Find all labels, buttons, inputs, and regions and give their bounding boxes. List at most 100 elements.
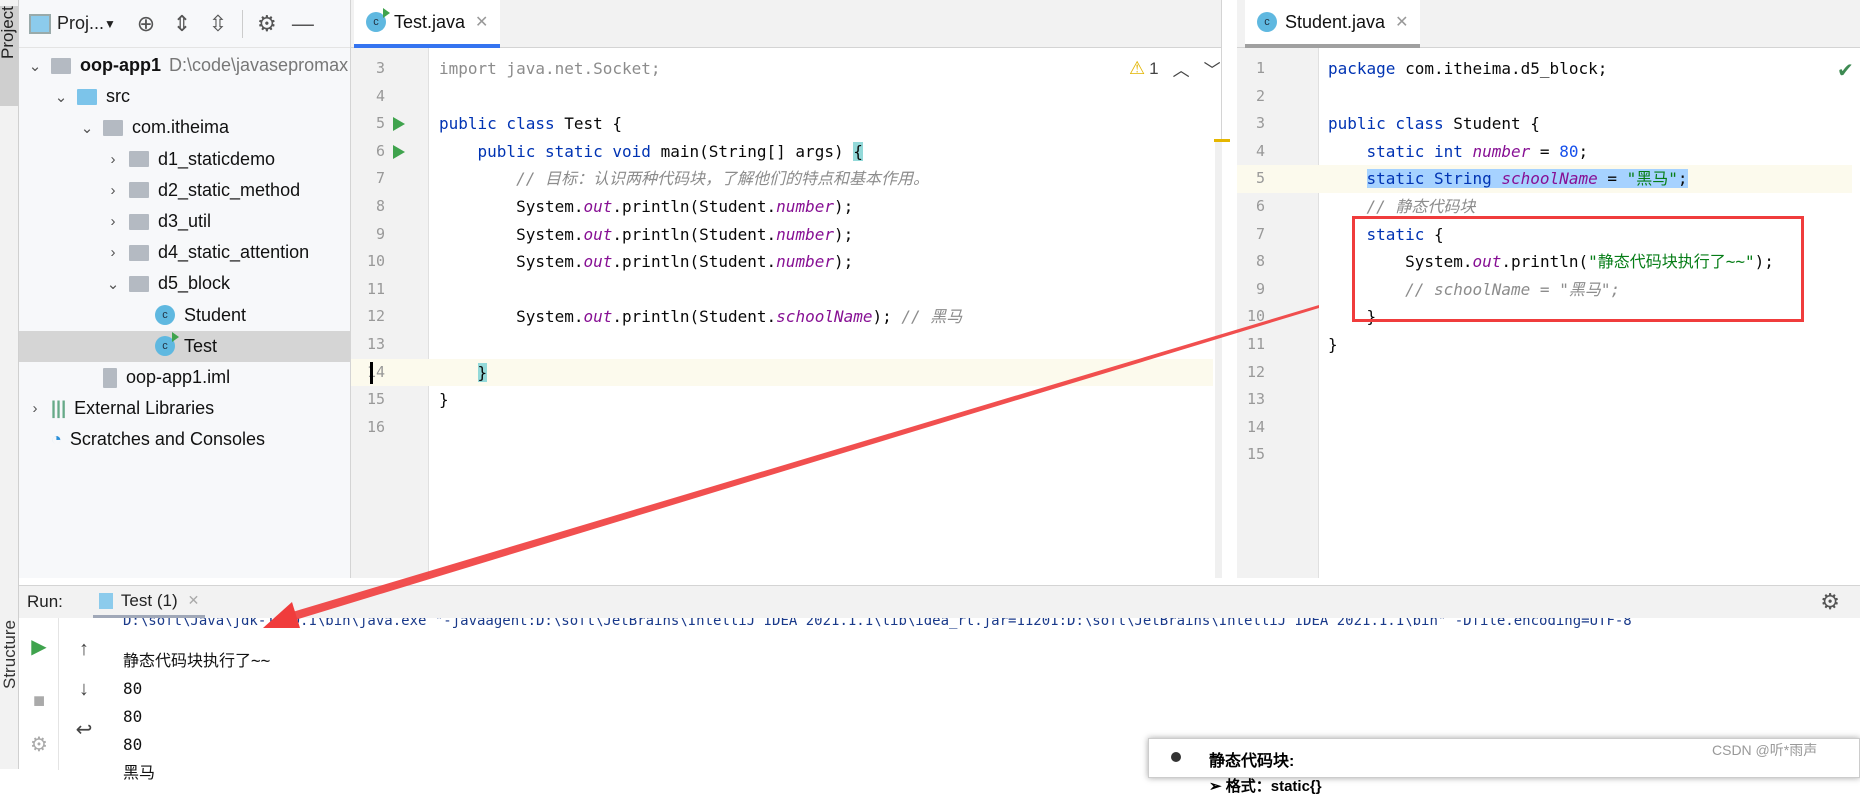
close-icon[interactable]: ✕ xyxy=(1395,12,1408,32)
console-line: 黑马 xyxy=(123,763,156,782)
console-icon xyxy=(98,592,113,609)
project-tool-window-button[interactable]: Project xyxy=(0,6,18,106)
code-token: ); xyxy=(872,307,902,327)
chevron-right-icon[interactable]: › xyxy=(105,151,121,168)
tab-test-java[interactable]: c Test.java ✕ xyxy=(354,0,501,48)
chevron-right-icon[interactable]: › xyxy=(105,244,121,261)
code-token: System. xyxy=(439,224,584,244)
soft-wrap-icon[interactable]: ↩ xyxy=(67,714,101,744)
stop-icon[interactable]: ■ xyxy=(22,686,56,716)
console-line: 静态代码块执行了~~ xyxy=(123,651,271,670)
project-view-dropdown[interactable]: Proj... xyxy=(57,13,104,34)
next-highlight-icon[interactable]: ﹀ xyxy=(1204,56,1221,81)
code-line[interactable]: // 目标：认识两种代码块，了解他们的特点和基本作用。 xyxy=(439,165,929,193)
code-token: System. xyxy=(439,252,584,272)
code-line[interactable]: public class Test { xyxy=(439,110,622,138)
structure-tool-window-button[interactable]: Structure xyxy=(0,620,19,760)
code-token: out xyxy=(583,307,613,327)
editor-scrollbar[interactable] xyxy=(1215,140,1222,578)
line-number: 12 xyxy=(1246,362,1265,381)
tree-item-label: oop-app1 xyxy=(80,55,161,75)
code-line[interactable]: System.out.println(Student.schoolName); … xyxy=(439,303,962,331)
close-icon[interactable]: ✕ xyxy=(188,592,200,609)
toolbar-divider xyxy=(241,9,243,38)
expand-all-icon[interactable]: ⇕ xyxy=(164,6,200,42)
line-number: 15 xyxy=(366,390,385,409)
code-token: = xyxy=(1597,169,1627,189)
chevron-right-icon[interactable]: › xyxy=(27,400,43,417)
tree-item[interactable]: › ||| External Libraries xyxy=(19,393,351,424)
code-line[interactable]: import java.net.Socket; xyxy=(439,55,661,83)
tree-item-label: d5_block xyxy=(158,273,231,294)
line-number: 13 xyxy=(1246,390,1265,409)
tab-label: Student.java xyxy=(1285,11,1386,32)
console-line: 80 xyxy=(123,735,143,754)
tree-item-label: src xyxy=(106,86,130,107)
collapse-all-icon[interactable]: ⇳ xyxy=(200,6,236,42)
inspection-widget[interactable]: ⚠ 1 ︿ ﹀ xyxy=(1129,56,1221,81)
code-token: // 黑马 xyxy=(901,307,963,327)
tree-item[interactable]: c Student xyxy=(19,300,351,331)
chevron-right-icon[interactable]: › xyxy=(105,182,121,199)
tree-item[interactable]: ⌄ com.itheima xyxy=(19,112,351,143)
code-token: com.itheima.d5_block; xyxy=(1405,59,1608,78)
code-token: ; xyxy=(1578,141,1589,161)
run-gutter-icon[interactable] xyxy=(393,144,405,159)
code-token: out xyxy=(583,224,613,244)
tree-item[interactable]: ⌄ d5_block xyxy=(19,268,351,299)
tree-item[interactable]: › d3_util xyxy=(19,206,351,237)
line-number: 13 xyxy=(366,335,385,353)
module-icon xyxy=(51,57,71,74)
chevron-down-icon[interactable]: ⌄ xyxy=(27,57,43,75)
tree-item[interactable]: oop-app1.iml xyxy=(19,362,351,393)
code-line[interactable]: public static void main(String[] args) { xyxy=(439,138,863,166)
chevron-down-icon[interactable]: ⌄ xyxy=(79,119,95,137)
module-path: D:\code\javasepromax xyxy=(169,55,349,75)
line-number: 15 xyxy=(1246,445,1265,464)
tree-item[interactable]: ◔ Scratches and Consoles xyxy=(19,424,351,455)
run-gutter-icon[interactable] xyxy=(393,117,405,132)
code-token: number xyxy=(776,197,834,216)
run-tab-test[interactable]: Test (1) ✕ xyxy=(92,586,206,618)
restore-layout-icon[interactable]: ⚙ xyxy=(22,729,56,759)
tree-item[interactable]: c Test xyxy=(19,330,351,362)
tree-item[interactable]: ⌄ oop-app1 D:\code\javasepromax xyxy=(19,50,351,81)
code-line[interactable]: public class Student { xyxy=(1328,110,1540,138)
code-line[interactable]: } xyxy=(439,386,449,414)
rerun-icon[interactable]: ▶ xyxy=(22,631,56,661)
tree-item[interactable]: ⌄ src xyxy=(19,81,351,112)
tab-student-java[interactable]: c Student.java ✕ xyxy=(1245,0,1421,48)
code-line[interactable]: } xyxy=(439,359,488,387)
up-arrow-icon[interactable]: ↑ xyxy=(67,634,101,664)
package-icon xyxy=(103,119,123,136)
package-icon xyxy=(129,151,149,168)
code-token: Test { xyxy=(564,114,623,134)
tree-item[interactable]: › d4_static_attention xyxy=(19,237,351,268)
close-icon[interactable]: ✕ xyxy=(475,12,488,32)
line-number: 5 xyxy=(1255,169,1265,188)
code-line[interactable]: static int number = 80; xyxy=(1328,138,1589,166)
code-line[interactable]: System.out.println(Student.number); xyxy=(439,248,853,276)
minimize-icon[interactable]: — xyxy=(285,6,321,42)
warning-stripe-marker[interactable] xyxy=(1214,139,1230,142)
tree-item-label: com.itheima xyxy=(132,117,230,138)
scratches-icon: ◔ xyxy=(51,429,62,450)
code-line[interactable]: package com.itheima.d5_block; xyxy=(1328,55,1607,83)
gear-icon[interactable]: ⚙ xyxy=(249,6,285,42)
code-line[interactable]: System.out.println(Student.number); xyxy=(439,193,853,221)
package-icon xyxy=(129,244,149,261)
code-line[interactable]: } xyxy=(1328,331,1338,359)
chevron-down-icon[interactable]: ⌄ xyxy=(53,88,69,106)
code-line[interactable]: static String schoolName = "黑马"; xyxy=(1328,165,1688,193)
previous-highlight-icon[interactable]: ︿ xyxy=(1173,56,1190,81)
code-token: System. xyxy=(439,197,584,216)
chevron-down-icon[interactable]: ▼ xyxy=(104,17,116,31)
tree-item[interactable]: › d1_staticdemo xyxy=(19,144,351,175)
tree-item[interactable]: › d2_static_method xyxy=(19,175,351,206)
gear-icon[interactable]: ⚙ xyxy=(1820,589,1840,615)
locate-icon[interactable]: ⊕ xyxy=(128,6,164,42)
chevron-right-icon[interactable]: › xyxy=(105,213,121,230)
chevron-down-icon[interactable]: ⌄ xyxy=(105,275,121,293)
code-line[interactable]: System.out.println(Student.number); xyxy=(439,221,853,249)
down-arrow-icon[interactable]: ↓ xyxy=(67,674,101,704)
